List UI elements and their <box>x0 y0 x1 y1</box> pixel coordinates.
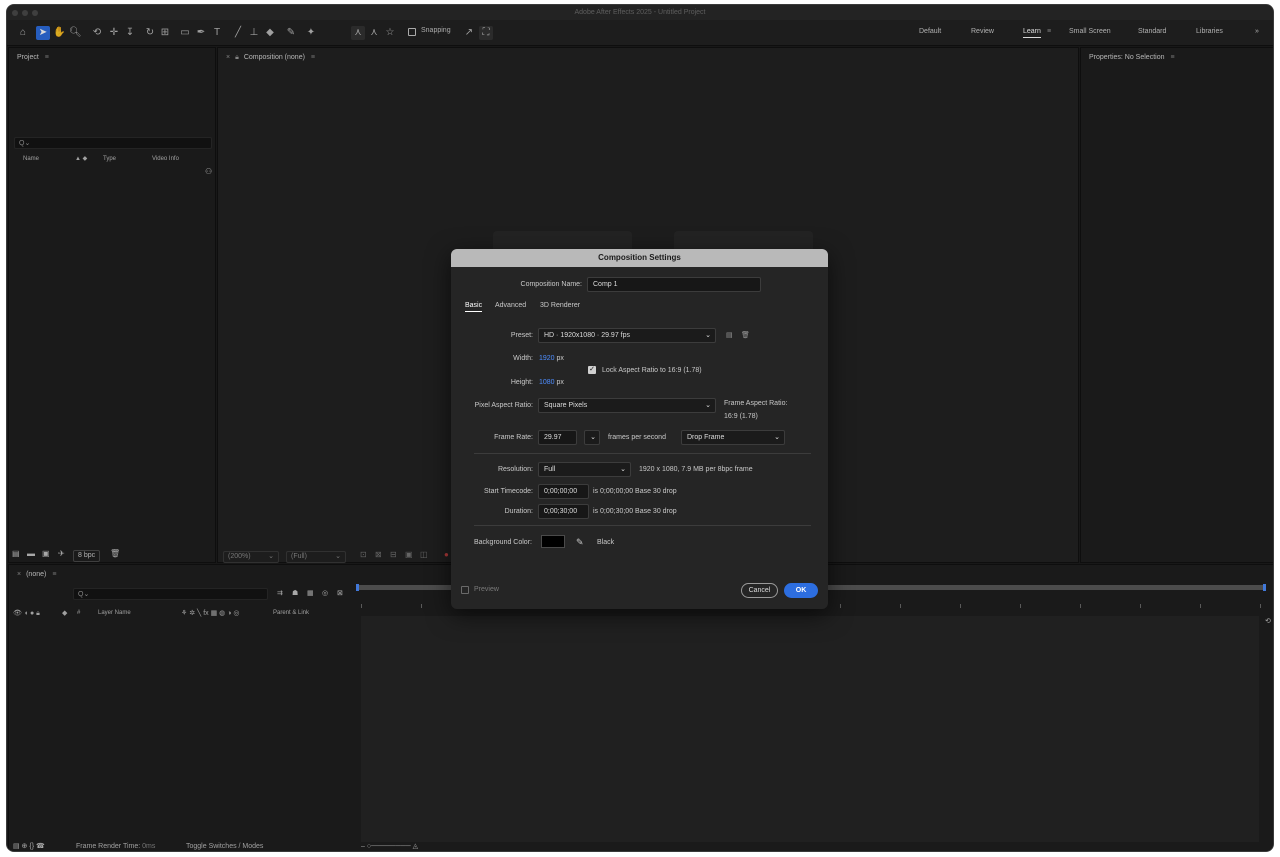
resolution-info: 1920 x 1080, 7.9 MB per 8bpc frame <box>639 466 753 473</box>
tab-basic[interactable]: Basic <box>465 302 483 312</box>
start-timecode-info: is 0;00;00;00 Base 30 drop <box>593 488 677 495</box>
resolution-dropdown[interactable]: Full ⌄ <box>538 462 631 477</box>
eyedropper-icon[interactable]: ✎ <box>576 537 584 548</box>
dialog-title: Composition Settings <box>451 249 828 267</box>
start-timecode-input[interactable]: 0;00;00;00 <box>538 484 589 499</box>
preset-dropdown[interactable]: HD · 1920x1080 · 29.97 fps ⌄ <box>538 328 716 343</box>
height-value[interactable]: 1080 px <box>539 379 564 386</box>
height-label: Height: <box>510 379 533 386</box>
delete-preset-icon[interactable]: 🗑︎ <box>741 331 750 339</box>
preview-checkbox[interactable] <box>461 586 469 594</box>
divider <box>474 525 811 526</box>
frame-rate-dropdown[interactable]: ⌄ <box>584 430 600 445</box>
lock-aspect-checkbox[interactable]: ✓ <box>588 366 596 374</box>
frame-rate-unit: frames per second <box>608 434 666 441</box>
frame-rate-input[interactable]: 29.97 <box>538 430 577 445</box>
background-color-swatch[interactable] <box>541 535 565 548</box>
chevron-down-icon: ⌄ <box>590 434 596 441</box>
chevron-down-icon: ⌄ <box>774 434 780 441</box>
drop-frame-dropdown[interactable]: Drop Frame ⌄ <box>681 430 785 445</box>
comp-name-input[interactable]: Comp 1 <box>587 277 761 292</box>
comp-name-label: Composition Name: <box>520 281 582 288</box>
divider <box>474 453 811 454</box>
pixel-aspect-label: Pixel Aspect Ratio: <box>474 402 533 409</box>
width-value[interactable]: 1920 px <box>539 355 564 362</box>
composition-settings-dialog: Composition Settings Composition Name: C… <box>451 249 828 609</box>
width-label: Width: <box>513 355 533 362</box>
frame-rate-label: Frame Rate: <box>494 434 533 441</box>
pixel-aspect-dropdown[interactable]: Square Pixels ⌄ <box>538 398 716 413</box>
chevron-down-icon: ⌄ <box>705 332 711 339</box>
chevron-down-icon: ⌄ <box>620 466 626 473</box>
chevron-down-icon: ⌄ <box>705 402 711 409</box>
background-color-label: Background Color: <box>474 539 532 546</box>
background-color-name: Black <box>597 539 615 546</box>
preset-label: Preset: <box>510 332 533 339</box>
save-preset-icon[interactable]: ▤ <box>726 331 733 339</box>
ok-button[interactable]: OK <box>784 583 818 598</box>
duration-input[interactable]: 0;00;30;00 <box>538 504 589 519</box>
tab-3d-renderer[interactable]: 3D Renderer <box>540 302 580 309</box>
preview-label: Preview <box>474 586 499 593</box>
tab-advanced[interactable]: Advanced <box>495 302 526 309</box>
frame-aspect-label: Frame Aspect Ratio: <box>724 400 788 407</box>
resolution-label: Resolution: <box>497 466 533 473</box>
duration-info: is 0;00;30;00 Base 30 drop <box>593 508 677 515</box>
lock-aspect-label: Lock Aspect Ratio to 16:9 (1.78) <box>602 367 702 374</box>
duration-label: Duration: <box>504 508 533 515</box>
start-timecode-label: Start Timecode: <box>483 488 533 495</box>
cancel-button[interactable]: Cancel <box>741 583 778 598</box>
frame-aspect-value: 16:9 (1.78) <box>724 413 758 420</box>
